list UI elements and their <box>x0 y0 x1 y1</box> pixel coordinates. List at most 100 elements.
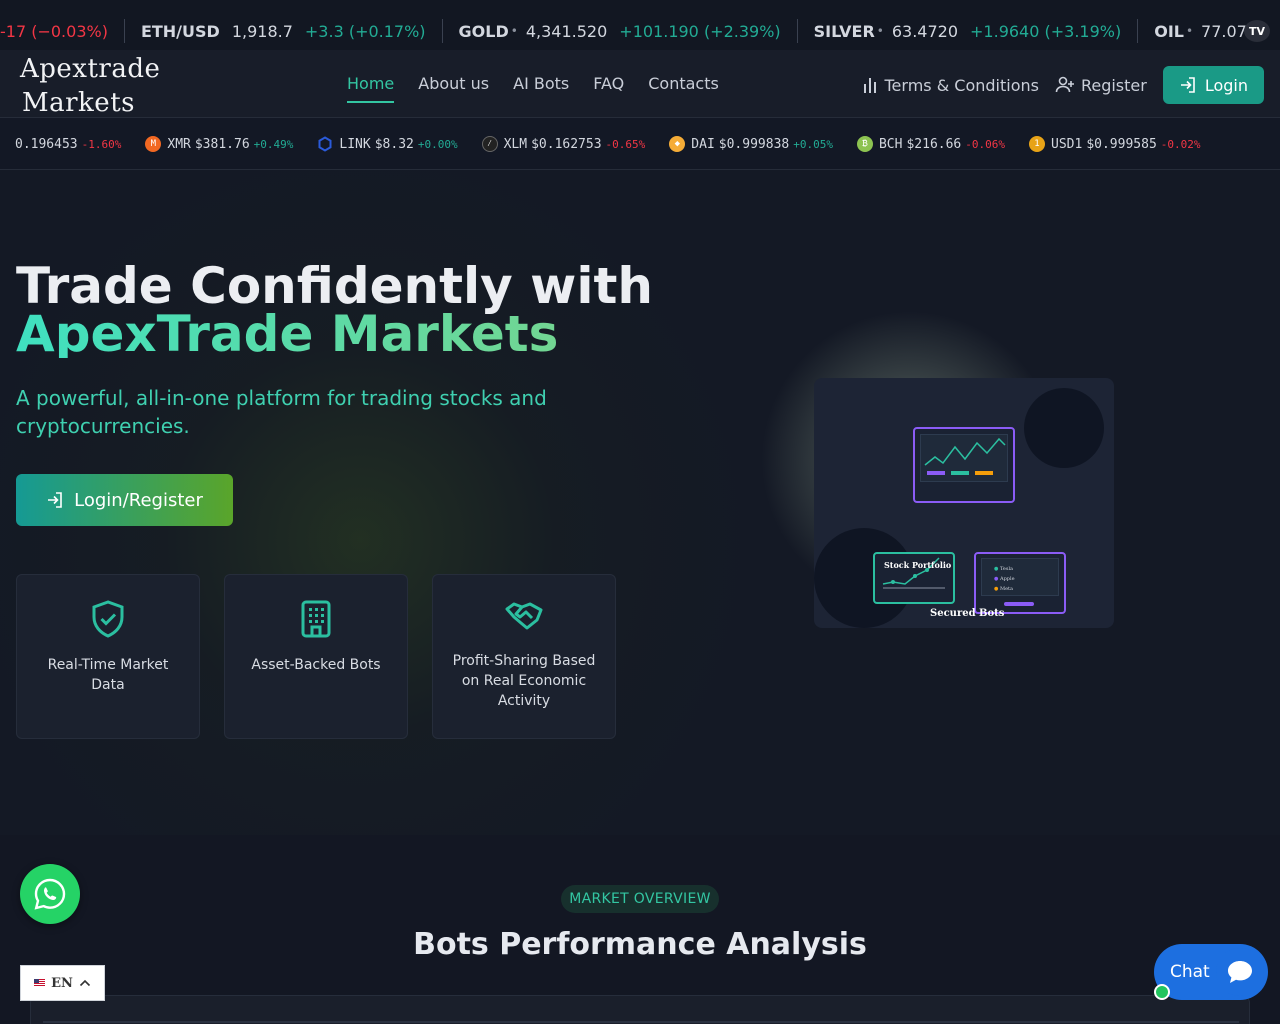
market-status-dot-icon: • <box>510 24 518 38</box>
ticker-item[interactable]: ETH/USD 1,918.7 +3.3 (+0.17%) <box>125 19 443 43</box>
feature-card: Profit-Sharing Based on Real Economic Ac… <box>432 574 616 739</box>
terms-link[interactable]: Terms & Conditions <box>861 76 1039 95</box>
language-label: EN <box>51 975 73 991</box>
sign-in-icon <box>1180 77 1195 93</box>
terms-label: Terms & Conditions <box>884 75 1039 95</box>
crypto-ticker-item[interactable]: 0.196453 -1.60% <box>15 137 121 152</box>
crypto-ticker-row: 0.196453 -1.60% M XMR $381.76 +0.49% LIN… <box>15 136 1225 152</box>
crypto-ticker-item[interactable]: ◆ DAI $0.999838 +0.05% <box>669 136 833 152</box>
ticker-symbol: SILVER <box>813 21 875 41</box>
illustration-circle <box>1024 388 1104 468</box>
crypto-change: -1.60% <box>81 137 122 151</box>
crypto-ticker-item[interactable]: M XMR $381.76 +0.49% <box>145 136 293 152</box>
feature-card: Real-Time Market Data <box>16 574 200 739</box>
chat-bubble-icon <box>1216 948 1264 996</box>
ticker-item[interactable]: SILVER • 63.4720 +1.9640 (+3.19%) <box>798 19 1139 43</box>
register-link[interactable]: Register <box>1055 76 1147 95</box>
nav-ai-bots[interactable]: AI Bots <box>513 74 569 103</box>
login-button[interactable]: Login <box>1162 66 1264 104</box>
ticker-price: 1,918.7 <box>231 21 293 41</box>
hero-title-line2: ApexTrade Markets <box>16 309 653 359</box>
crypto-symbol: XMR <box>167 136 191 152</box>
chat-label: Chat <box>1170 962 1210 982</box>
hero-title: Trade Confidently with ApexTrade Markets <box>16 257 653 359</box>
handshake-icon <box>505 602 543 630</box>
whatsapp-button[interactable] <box>20 864 80 924</box>
ticker-symbol: ETH/USD <box>140 21 220 41</box>
site-header: Apextrade Markets Home About us AI Bots … <box>0 50 1280 118</box>
bots-list-item: ● Tesla <box>994 566 1014 572</box>
tradingview-logo-icon[interactable]: TV <box>1244 20 1270 42</box>
ticker-item[interactable]: -17 (−0.03%) <box>0 19 125 43</box>
section-title: Bots Performance Analysis <box>413 927 867 962</box>
crypto-symbol: USD1 <box>1051 136 1083 152</box>
ticker-symbol: GOLD <box>458 21 509 41</box>
ticker-price: 77.07 <box>1201 21 1247 41</box>
crypto-symbol: XLM <box>503 136 528 152</box>
ticker-item[interactable]: GOLD • 4,341.520 +101.190 (+2.39%) <box>443 19 798 43</box>
user-plus-icon <box>1055 76 1074 93</box>
crypto-symbol: BCH <box>878 136 903 152</box>
online-status-dot <box>1154 984 1170 1000</box>
link-coin-icon <box>317 136 333 152</box>
crypto-price: $0.162753 <box>531 136 602 152</box>
xmr-coin-icon: M <box>145 136 162 152</box>
language-selector[interactable]: EN <box>20 965 105 1001</box>
line-chart-icon <box>924 437 1006 475</box>
building-icon <box>301 600 331 638</box>
crypto-price: 0.196453 <box>15 136 78 152</box>
crypto-ticker: 0.196453 -1.60% M XMR $381.76 +0.49% LIN… <box>0 118 1280 170</box>
chat-widget-button[interactable]: Chat <box>1154 944 1268 1000</box>
performance-panel <box>30 995 1250 1024</box>
feature-text: Real-Time Market Data <box>47 657 169 693</box>
top-ticker-row: -17 (−0.03%) ETH/USD 1,918.7 +3.3 (+0.17… <box>0 19 1275 43</box>
login-label: Login <box>1204 75 1248 95</box>
hero-illustration: Stock Portfolio ● Tesla ● Apple ● Meta S… <box>814 378 1114 628</box>
crypto-change: -0.02% <box>1160 137 1201 151</box>
whatsapp-icon <box>34 878 66 910</box>
crypto-ticker-item[interactable]: ₿ BCH $216.66 -0.06% <box>856 136 1005 152</box>
usd1-coin-icon: 1 <box>1029 136 1046 152</box>
monitor-illustration <box>913 427 1015 503</box>
us-flag-icon <box>34 979 46 987</box>
ticker-change: +101.190 (+2.39%) <box>619 21 781 41</box>
ticker-change: +1.9640 (+3.19%) <box>970 21 1122 41</box>
section-pill: MARKET OVERVIEW <box>561 885 719 913</box>
hero-subtitle: A powerful, all-in-one platform for trad… <box>16 386 547 438</box>
login-register-button[interactable]: Login/Register <box>16 474 233 526</box>
ticker-price: 63.4720 <box>891 21 959 41</box>
ticker-change: -17 (−0.03%) <box>0 21 108 41</box>
monitor-screen <box>920 434 1008 482</box>
crypto-ticker-item[interactable]: ⁄ XLM $0.162753 -0.65% <box>481 136 646 152</box>
feature-text: Profit-Sharing Based on Real Economic Ac… <box>452 653 596 709</box>
nav-home[interactable]: Home <box>347 74 395 103</box>
bots-list: ● Tesla ● Apple ● Meta <box>994 564 1015 594</box>
crypto-change: -0.65% <box>605 137 646 151</box>
crypto-price: $381.76 <box>194 136 250 152</box>
bots-card-label: Secured Bots <box>930 608 1005 619</box>
bots-list-item: ● Meta <box>994 586 1014 592</box>
hero-title-line1: Trade Confidently with <box>16 257 653 315</box>
ticker-price: 4,341.520 <box>525 21 608 41</box>
market-status-dot-icon: • <box>876 24 884 38</box>
crypto-ticker-item[interactable]: LINK $8.32 +0.00% <box>317 136 458 152</box>
crypto-ticker-item[interactable]: 1 USD1 $0.999585 -0.02% <box>1029 136 1201 152</box>
site-logo[interactable]: Apextrade Markets <box>20 52 160 120</box>
bots-list-item: ● Apple <box>994 576 1015 582</box>
logo-line1: Apextrade <box>20 54 161 84</box>
crypto-price: $0.999585 <box>1086 136 1157 152</box>
market-status-dot-icon: • <box>1185 24 1194 38</box>
market-overview-section: MARKET OVERVIEW Bots Performance Analysi… <box>0 835 1280 1024</box>
nav-about[interactable]: About us <box>418 74 489 103</box>
panel-divider <box>43 1021 1239 1023</box>
logo-line2: Markets <box>22 88 135 118</box>
bar-chart-icon <box>863 78 876 93</box>
nav-contacts[interactable]: Contacts <box>648 74 719 103</box>
crypto-symbol: DAI <box>691 136 715 152</box>
bots-card-illustration <box>974 552 1066 614</box>
nav-faq[interactable]: FAQ <box>593 74 624 103</box>
hero-section: Trade Confidently with ApexTrade Markets… <box>0 170 1280 835</box>
crypto-price: $8.32 <box>374 136 414 152</box>
xlm-coin-icon: ⁄ <box>481 136 498 152</box>
dai-coin-icon: ◆ <box>669 136 686 152</box>
